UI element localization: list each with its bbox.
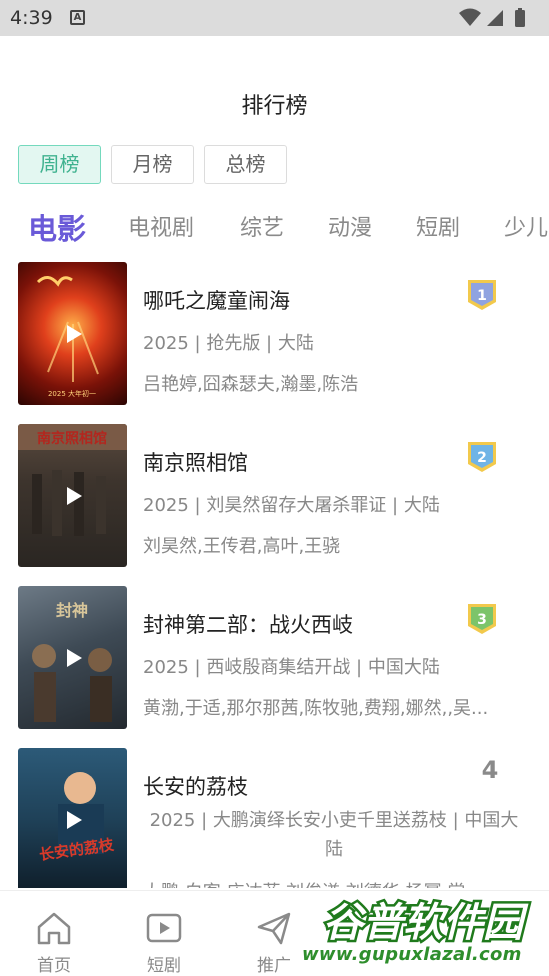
item-title: 哪吒之魔童闹海 — [143, 289, 290, 313]
tab-weekly[interactable]: 周榜 — [18, 145, 101, 184]
list-item[interactable]: 长安的荔枝 长安的荔枝 2025 | 大鹏演绎长安小吏千里送荔枝 | 中国大陆 … — [0, 744, 549, 888]
page-title: 排行榜 — [241, 94, 308, 119]
play-icon[interactable] — [62, 647, 84, 669]
nav-short-drama[interactable]: 短剧 — [128, 891, 200, 976]
status-icons — [459, 8, 525, 27]
tab-tv-series[interactable]: 电视剧 — [128, 210, 194, 242]
svg-text:2: 2 — [477, 450, 487, 466]
status-bar: 4:39 A — [0, 0, 549, 36]
item-title: 封神第二部：战火西岐 — [143, 613, 353, 637]
play-icon[interactable] — [62, 323, 84, 345]
item-meta: 2025 | 刘昊然留存大屠杀罪证 | 大陆 — [143, 495, 440, 516]
watermark-url: www.gupuxlazal.com — [302, 944, 522, 965]
item-cast: 吕艳婷,囧森瑟夫,瀚墨,陈浩 — [143, 374, 359, 395]
tab-anime[interactable]: 动漫 — [328, 210, 372, 242]
item-meta: 2025 | 大鹏演绎长安小吏千里送荔枝 | 中国大陆 — [149, 810, 519, 860]
poster-image[interactable]: 2025 大年初一 — [18, 262, 127, 405]
play-icon[interactable] — [62, 809, 84, 831]
svg-text:1: 1 — [477, 288, 487, 304]
poster-image[interactable]: 长安的荔枝 — [18, 748, 127, 888]
nav-short-drama-label: 短剧 — [147, 956, 181, 976]
battery-icon — [515, 10, 525, 27]
item-cast: 黄渤,于适,那尔那茜,陈牧驰,费翔,娜然,,吴... — [143, 698, 489, 719]
poster-image[interactable]: 南京照相馆 — [18, 424, 127, 567]
item-title: 南京照相馆 — [143, 451, 248, 475]
rank-badge-gold-icon: 1 — [468, 280, 496, 310]
home-icon — [37, 912, 71, 945]
tab-movie[interactable]: 电影 — [28, 206, 86, 248]
item-cast: 刘昊然,王传君,高叶,王骁 — [143, 536, 341, 557]
paper-plane-icon — [257, 912, 291, 945]
nav-home-label: 首页 — [37, 956, 71, 976]
svg-text:谷普软件园: 谷普软件园 — [323, 900, 529, 944]
list-item[interactable]: 南京照相馆 南京照相馆 2025 | 刘昊然留存大屠杀罪证 | 大陆 刘昊然,王… — [0, 420, 549, 572]
video-play-icon — [146, 913, 182, 943]
category-tabs: 电影 电视剧 综艺 动漫 短剧 少儿 — [0, 200, 549, 252]
watermark: 谷普软件园 www.gupuxlazal.com — [298, 890, 549, 976]
list-item[interactable]: 封神 封神第二部：战火西岐 2025 | 西岐殷商集结开战 | 中国大陆 黄渤,… — [0, 582, 549, 734]
poster-caption: 封神 — [56, 601, 88, 620]
svg-text:3: 3 — [477, 612, 487, 628]
signal-icon — [487, 10, 503, 26]
status-time: 4:39 — [10, 7, 53, 29]
item-cast: 大鹏,白客,庄达菲,刘俊谦,刘德华,杨幂,常... — [143, 878, 515, 888]
tab-variety[interactable]: 综艺 — [240, 210, 284, 242]
tab-monthly[interactable]: 月榜 — [111, 145, 194, 184]
poster-image[interactable]: 封神 — [18, 586, 127, 729]
rank-badge-bronze-icon: 3 — [468, 604, 496, 634]
item-title: 长安的荔枝 — [143, 775, 248, 799]
item-meta: 2025 | 西岐殷商集结开战 | 中国大陆 — [143, 657, 440, 678]
tab-kids[interactable]: 少儿 — [504, 210, 548, 242]
notification-icon: A — [70, 10, 85, 25]
nav-home[interactable]: 首页 — [18, 891, 90, 976]
poster-caption: 南京照相馆 — [37, 430, 107, 447]
play-icon[interactable] — [62, 485, 84, 507]
poster-caption: 长安的荔枝 — [38, 836, 116, 864]
watermark-logo: 谷普软件园 — [321, 898, 532, 945]
rank-number: 4 — [481, 756, 499, 784]
list-item[interactable]: 2025 大年初一 哪吒之魔童闹海 2025 | 抢先版 | 大陆 吕艳婷,囧森… — [0, 258, 549, 410]
tab-short-drama[interactable]: 短剧 — [416, 210, 460, 242]
tab-all-time[interactable]: 总榜 — [204, 145, 287, 184]
rank-badge-silver-icon: 2 — [468, 442, 496, 472]
poster-caption: 2025 大年初一 — [48, 389, 96, 398]
item-meta: 2025 | 抢先版 | 大陆 — [143, 333, 314, 354]
wifi-icon — [459, 8, 481, 26]
ranking-list: 2025 大年初一 哪吒之魔童闹海 2025 | 抢先版 | 大陆 吕艳婷,囧森… — [0, 258, 549, 888]
